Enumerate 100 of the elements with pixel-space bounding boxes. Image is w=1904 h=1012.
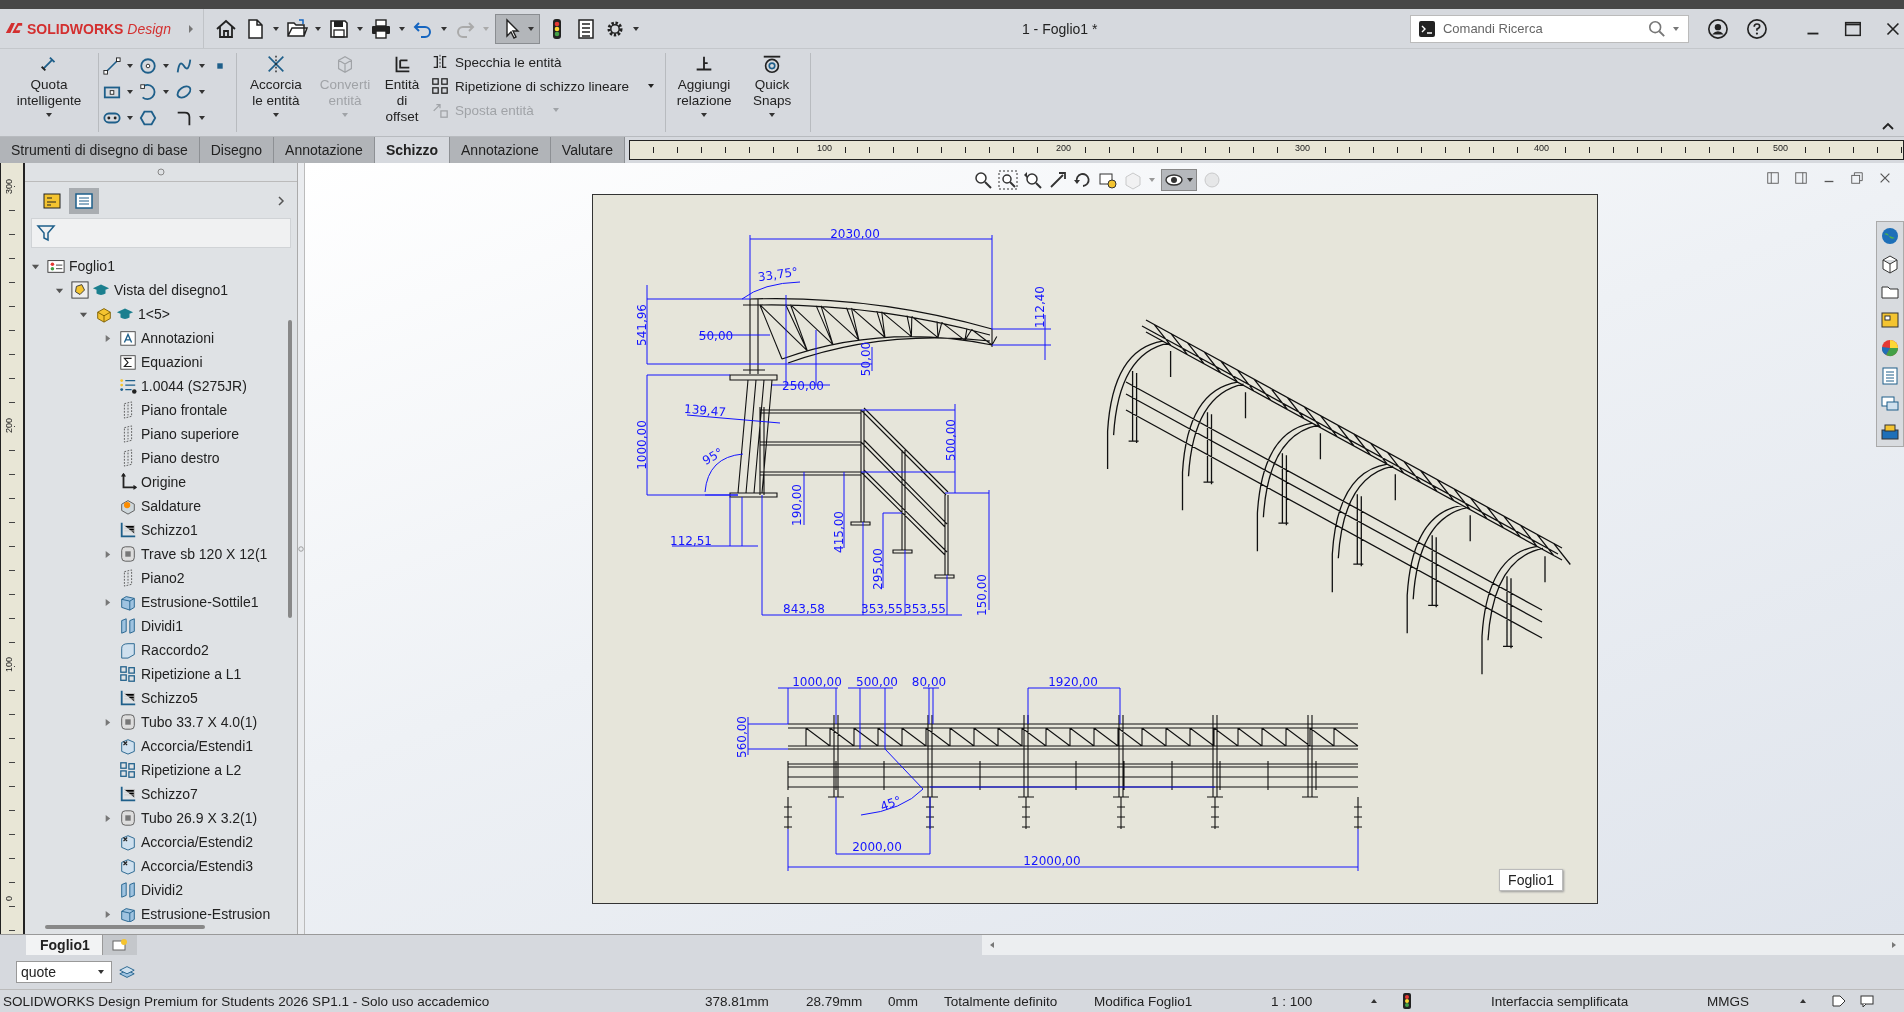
expand-arrow-icon[interactable] [103,333,112,343]
scroll-right-icon[interactable] [1890,941,1898,949]
caret-icon[interactable] [271,24,280,33]
filter-field[interactable] [31,218,291,248]
zoom-area-icon[interactable] [998,170,1018,190]
quick-snaps-button[interactable]: Quick Snaps [738,53,807,136]
tree-item[interactable]: Dividi2 [25,878,285,902]
ribbon-tab[interactable]: Valutare [550,137,625,163]
sheet-tab[interactable]: Foglio1 [26,935,103,955]
select-button[interactable] [494,13,540,44]
toolbox-icon[interactable] [1880,422,1900,442]
caret-icon[interactable] [126,88,134,96]
expand-arrow-icon[interactable] [103,549,112,559]
caret-icon[interactable] [700,111,709,119]
help-icon[interactable] [1746,17,1769,40]
expand-arrow-icon[interactable] [103,909,112,919]
tree-item[interactable]: Piano frontale [25,398,285,422]
smart-dimension-button[interactable]: Quota intelligente [4,53,94,136]
view-palette-icon[interactable] [1880,310,1900,330]
chevron-right-icon[interactable] [277,195,285,207]
caret-icon[interactable] [355,24,364,33]
expand-arrow-icon[interactable] [103,717,112,727]
trim-entities-button[interactable]: Accorcia le entità [241,53,311,136]
ellipse-icon[interactable] [175,83,193,101]
expand-arrow-icon[interactable] [103,813,112,823]
tree-item[interactable]: Schizzo1 [25,518,285,542]
collapse-ribbon-icon[interactable] [1882,122,1894,130]
add-relation-button[interactable]: Aggiungi relazione [670,53,739,136]
zoom-to-fit-icon[interactable] [973,170,993,190]
caret-icon[interactable] [1186,176,1194,184]
caret-icon[interactable] [439,24,448,33]
caret-icon[interactable] [162,88,170,96]
horizontal-scrollbar[interactable] [981,935,1904,955]
unit-system[interactable]: MMGS [1707,993,1799,1009]
tree-item[interactable]: Estrusione-Estrusion [25,902,285,922]
caret-icon[interactable] [768,111,777,119]
pan-icon[interactable] [1048,170,1068,190]
caret-icon[interactable] [526,24,535,33]
tree-item[interactable]: Accorcia/Estendi1 [25,734,285,758]
expand-arrow-icon[interactable] [103,597,112,607]
tree-item[interactable]: Piano destro [25,446,285,470]
caret-icon[interactable] [198,114,206,122]
ribbon-button[interactable]: Specchia le entità [431,53,656,71]
ribbon-tab[interactable]: Disegno [199,137,275,163]
layer-dropdown[interactable]: quote [16,961,112,983]
tree-item[interactable]: Ripetizione a L2 [25,758,285,782]
display-icon[interactable] [1098,170,1118,190]
tree-item[interactable]: Accorcia/Estendi3 [25,854,285,878]
chat-icon[interactable] [1859,993,1875,1009]
tree-item[interactable]: Saldature [25,494,285,518]
globe-icon[interactable] [1880,226,1900,246]
tree-item[interactable]: Schizzo7 [25,782,285,806]
caret-icon[interactable] [631,24,640,33]
polygon-icon[interactable] [139,109,157,127]
caret-icon[interactable] [126,62,134,70]
ribbon-button[interactable]: Ripetizione di schizzo lineare [431,77,656,95]
tree-item[interactable]: Tubo 26.9 X 3.2(1) [25,806,285,830]
splitter-handle-icon[interactable] [298,544,304,553]
tree-item[interactable]: 1.0044 (S275JR) [25,374,285,398]
caret-icon[interactable] [97,968,105,976]
tree-item[interactable]: Equazioni [25,350,285,374]
caret-icon[interactable] [45,111,53,119]
tree-item[interactable]: Ripetizione a L1 [25,662,285,686]
restore-icon[interactable] [1850,171,1864,185]
layer-properties-icon[interactable] [118,963,136,981]
caret-icon[interactable] [272,111,280,119]
tree-item[interactable]: Annotazioni [25,326,285,350]
close-icon[interactable] [1878,171,1892,185]
tree-item[interactable]: Piano superiore [25,422,285,446]
caret-icon[interactable] [162,62,170,70]
previous-view-icon[interactable] [1023,170,1043,190]
chat-icon[interactable] [1880,394,1900,414]
tree-item[interactable]: Accorcia/Estendi2 [25,830,285,854]
search-input[interactable]: Comandi Ricerca [1440,20,1642,37]
caret-icon[interactable] [647,82,656,90]
tree-item[interactable]: Raccordo2 [25,638,285,662]
traffic-light-icon[interactable] [1402,992,1412,1010]
interface-mode[interactable]: Interfaccia semplificata [1491,993,1707,1009]
property-manager-tab[interactable] [69,188,99,214]
tree-item[interactable]: Foglio1 [25,254,285,278]
expand-menu-icon[interactable] [186,22,195,35]
tree-item[interactable]: Trave sb 120 X 12(1 [25,542,285,566]
line-icon[interactable] [103,57,121,75]
tile-left-icon[interactable] [1766,171,1780,185]
tile-right-icon[interactable] [1794,171,1808,185]
caret-up-icon[interactable] [1799,997,1807,1005]
ribbon-tab[interactable]: Annotazione [450,137,551,163]
tree-item[interactable]: 1<5> [25,302,285,326]
ribbon-tab[interactable]: Annotazione [274,137,375,163]
fillet-icon[interactable] [175,109,193,127]
scrollbar-thumb[interactable] [45,925,205,929]
color-wheel-icon[interactable] [1880,338,1900,358]
spline-icon[interactable] [175,57,193,75]
add-sheet-tab[interactable] [102,935,137,955]
offset-entities-button[interactable]: Entità di offset [379,53,425,136]
tree-item[interactable]: Tubo 33.7 X 4.0(1) [25,710,285,734]
display-style-button[interactable] [1161,169,1197,191]
ribbon-tab[interactable]: Strumenti di disegno di base [0,137,200,163]
scrollbar-thumb[interactable] [288,320,292,618]
user-account-icon[interactable] [1706,17,1729,40]
